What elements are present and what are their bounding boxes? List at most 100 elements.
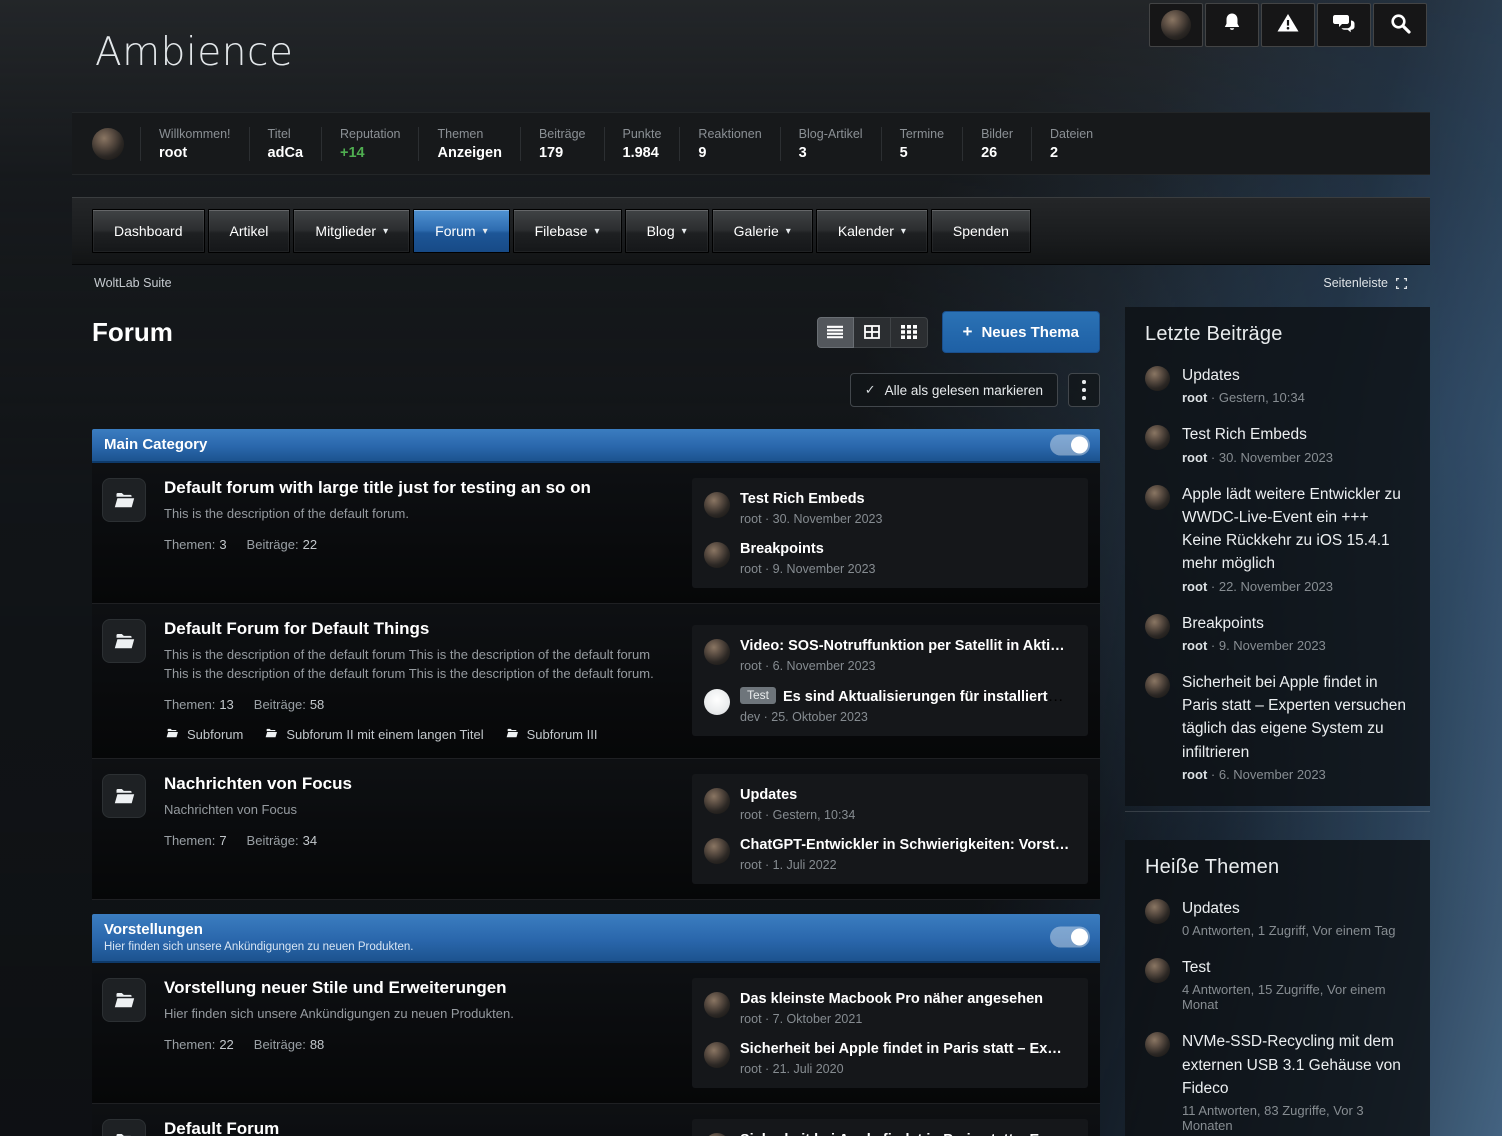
latest-post: Test Rich Embedsroot · 30. November 2023 [704, 483, 1076, 533]
view-list-button[interactable] [817, 317, 854, 348]
dots-icon [1082, 380, 1086, 384]
beitraege-count: Beiträge:58 [254, 697, 325, 712]
view-grid2-button[interactable] [854, 317, 891, 348]
userbar-stat-label: Termine [900, 127, 944, 141]
themen-count: Themen:22 [164, 1037, 234, 1052]
sidebar-post-link[interactable]: Sicherheit bei Apple findet in Paris sta… [1182, 671, 1410, 764]
nav-item-blog[interactable]: Blog▾ [625, 209, 709, 253]
hot-topic-text: NVMe-SSD-Recycling mit dem externen USB … [1182, 1030, 1410, 1133]
grid3-icon [901, 325, 917, 339]
nav-item-spenden[interactable]: Spenden [931, 209, 1031, 253]
user-avatar[interactable] [92, 128, 124, 160]
forum-info: Nachrichten von FocusNachrichten von Foc… [164, 774, 692, 848]
userbar-stat-value[interactable]: 2 [1050, 145, 1093, 161]
breadcrumb[interactable]: WoltLab Suite [94, 276, 172, 290]
nav-item-galerie[interactable]: Galerie▾ [712, 209, 813, 253]
sidebar-post-link[interactable]: Apple lädt weitere Entwickler zu WWDC-Li… [1182, 483, 1410, 576]
nav-item-forum[interactable]: Forum▾ [413, 209, 509, 253]
userbar-stat-value[interactable]: 5 [900, 145, 944, 161]
avatar [704, 689, 730, 715]
themen-count: Themen:13 [164, 697, 234, 712]
post-author: root [1182, 638, 1207, 653]
more-options-button[interactable] [1068, 373, 1100, 407]
mark-all-read-button[interactable]: ✓ Alle als gelesen markieren [850, 373, 1058, 407]
check-icon: ✓ [865, 382, 876, 398]
plus-icon: + [963, 322, 973, 342]
userbar-stat-value[interactable]: 179 [539, 145, 586, 161]
category-collapse-toggle[interactable] [1050, 435, 1090, 456]
sidebar-post-link[interactable]: Updates [1182, 364, 1305, 387]
conversations-button[interactable] [1317, 3, 1371, 47]
stat-value: 3 [219, 537, 226, 552]
subforum-list: Subforum Subforum II mit einem langen Tit… [164, 726, 672, 743]
user-menu-button[interactable] [1149, 3, 1203, 47]
sidebar-divider [1125, 811, 1430, 812]
nav-item-filebase[interactable]: Filebase▾ [513, 209, 622, 253]
avatar [1145, 673, 1170, 698]
userbar-stat-label: Punkte [623, 127, 662, 141]
post-date: · 22. November 2023 [1207, 579, 1333, 594]
latest-post-text: Sicherheit bei Apple findet in Paris sta… [740, 1131, 1062, 1136]
latest-post-link[interactable]: Es sind Aktualisierungen für installiert… [783, 688, 1070, 705]
latest-post: Sicherheit bei Apple findet in Paris sta… [704, 1033, 1076, 1083]
subforum-link[interactable]: Subforum III [504, 726, 598, 743]
forum-link[interactable]: Default Forum [164, 1119, 672, 1136]
forum-link[interactable]: Default forum with large title just for … [164, 478, 672, 498]
forum-link[interactable]: Vorstellung neuer Stile und Erweiterunge… [164, 978, 672, 998]
userbar-stat-value[interactable]: adCa [268, 145, 303, 161]
view-grid3-button[interactable] [891, 317, 928, 348]
userbar-stat-value[interactable]: +14 [340, 145, 400, 161]
latest-post-link[interactable]: Sicherheit bei Apple findet in Paris sta… [740, 1132, 1062, 1136]
sidebar-post-link[interactable]: Test Rich Embeds [1182, 423, 1333, 446]
latest-post-link[interactable]: Test Rich Embeds [740, 491, 865, 507]
nav-item-artikel[interactable]: Artikel [208, 209, 291, 253]
nav-item-mitglieder[interactable]: Mitglieder▾ [293, 209, 410, 253]
stat-value: 13 [219, 697, 233, 712]
sidebar-hot-topic: Updates0 Antworten, 1 Zugriff, Vor einem… [1145, 897, 1410, 938]
latest-post-meta: root · Gestern, 10:34 [740, 808, 855, 822]
moderation-button[interactable] [1261, 3, 1315, 47]
userbar-stat-blog-artikel: Blog-Artikel3 [780, 127, 881, 161]
latest-post-link[interactable]: Das kleinste Macbook Pro näher angesehen [740, 991, 1043, 1007]
notifications-button[interactable] [1205, 3, 1259, 47]
sidebar-toggle-button[interactable]: Seitenleiste [1323, 276, 1408, 290]
stat-label: Themen: [164, 537, 215, 552]
userbar-stat-value[interactable]: 26 [981, 145, 1013, 161]
forum-link[interactable]: Default Forum for Default Things [164, 619, 672, 639]
latest-posts-list: Updatesroot · Gestern, 10:34Test Rich Em… [1145, 364, 1410, 782]
subforum-link[interactable]: Subforum II mit einem langen Titel [263, 726, 483, 743]
view-switcher [817, 317, 928, 348]
forum-row: Default ForumThis is the description of … [92, 1104, 1100, 1136]
userbar-stat-value[interactable]: 1.984 [623, 145, 662, 161]
category-vorstellungen: VorstellungenHier finden sich unsere Ank… [92, 914, 1100, 1136]
category-collapse-toggle[interactable] [1050, 927, 1090, 948]
avatar [1145, 899, 1170, 924]
subforum-link[interactable]: Subforum [164, 726, 243, 743]
userbar-stat-bilder: Bilder26 [962, 127, 1031, 161]
userbar-stat-value[interactable]: root [159, 145, 231, 161]
avatar [704, 639, 730, 665]
latest-post-link[interactable]: Sicherheit bei Apple findet in Paris sta… [740, 1041, 1062, 1057]
new-topic-button[interactable]: + Neues Thema [942, 311, 1100, 353]
site-logo[interactable]: Ambience [95, 30, 293, 75]
hot-topic-link[interactable]: NVMe-SSD-Recycling mit dem externen USB … [1182, 1030, 1410, 1100]
nav-item-kalender[interactable]: Kalender▾ [816, 209, 928, 253]
sidebar-post-link[interactable]: Breakpoints [1182, 612, 1326, 635]
hot-topic-link[interactable]: Test [1182, 956, 1410, 979]
mark-all-read-label: Alle als gelesen markieren [885, 383, 1043, 398]
nav-item-dashboard[interactable]: Dashboard [92, 209, 205, 253]
latest-post-link[interactable]: Breakpoints [740, 541, 824, 557]
latest-post: Video: SOS-Notruffunktion per Satellit i… [704, 630, 1076, 680]
userbar-stat-titel: TiteladCa [249, 127, 321, 161]
userbar-stat-label: Beiträge [539, 127, 586, 141]
latest-post-link[interactable]: Video: SOS-Notruffunktion per Satellit i… [740, 638, 1065, 654]
hot-topic-link[interactable]: Updates [1182, 897, 1395, 920]
userbar-stat-value[interactable]: Anzeigen [437, 145, 501, 161]
userbar-stat-value[interactable]: 9 [698, 145, 761, 161]
latest-post-text: Das kleinste Macbook Pro näher angesehen… [740, 990, 1043, 1026]
latest-post-link[interactable]: Updates [740, 787, 797, 803]
userbar-stat-value[interactable]: 3 [799, 145, 863, 161]
search-button[interactable] [1373, 3, 1427, 47]
forum-link[interactable]: Nachrichten von Focus [164, 774, 672, 794]
latest-post-link[interactable]: ChatGPT-Entwickler in Schwierigkeiten: V… [740, 837, 1069, 853]
